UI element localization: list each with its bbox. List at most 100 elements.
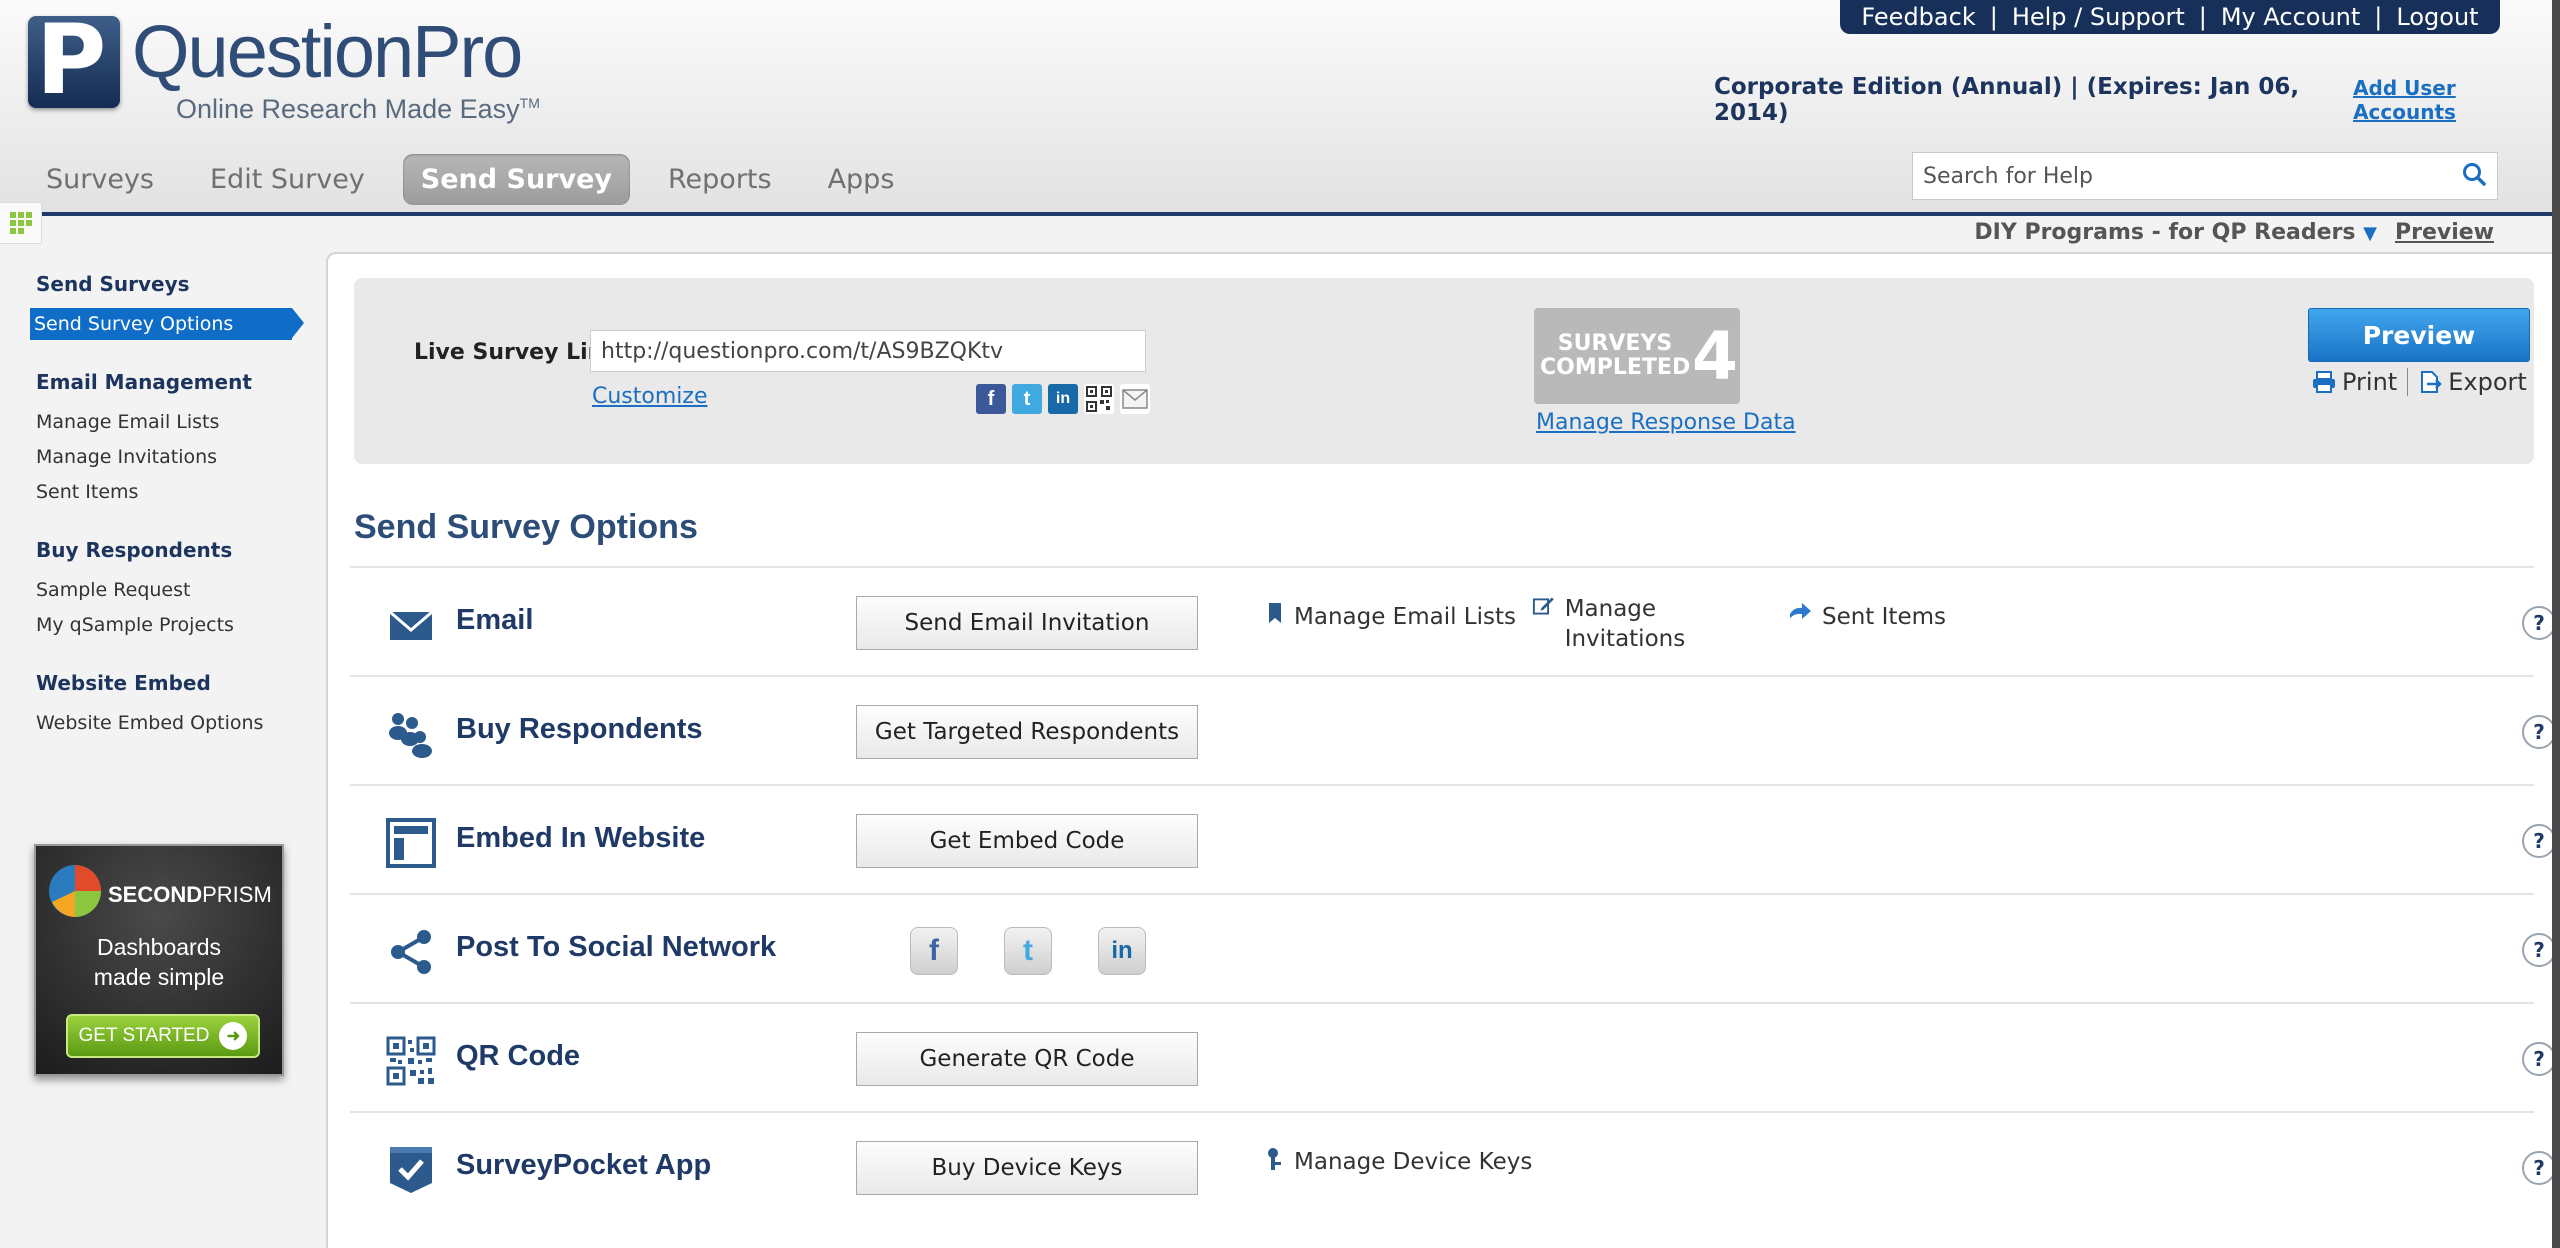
help-support-link[interactable]: Help / Support: [2012, 3, 2185, 31]
email-links: Manage Email Lists Manage Invitations Se…: [1266, 594, 1946, 654]
sent-items-link[interactable]: Sent Items: [1788, 594, 1946, 632]
tab-send-survey[interactable]: Send Survey: [402, 153, 630, 205]
program-selector[interactable]: DIY Programs - for QP Readers ▼: [1974, 220, 2377, 245]
window-edge: [2552, 0, 2560, 1248]
ad-line-2: made simple: [93, 964, 225, 990]
get-started-label: GET STARTED: [78, 1025, 210, 1046]
ad-brand: SECONDPRISM: [108, 882, 272, 908]
qr-code-icon[interactable]: [1084, 384, 1114, 414]
send-email-invitation-button[interactable]: Send Email Invitation: [856, 596, 1198, 650]
get-started-button[interactable]: GET STARTED ➜: [66, 1014, 260, 1058]
printer-icon: [2313, 371, 2335, 393]
ad-line-1: Dashboards: [96, 934, 222, 960]
sidebar-heading-website-embed[interactable]: Website Embed: [30, 671, 310, 695]
help-icon[interactable]: ?: [2522, 933, 2556, 967]
secondprism-ad[interactable]: SECONDPRISM Dashboards made simple GET S…: [34, 844, 284, 1076]
sidebar-item-sample-request[interactable]: Sample Request: [30, 574, 310, 606]
linkedin-icon[interactable]: in: [1048, 384, 1078, 414]
logo-tagline: Online Research Made EasyTM: [176, 94, 540, 125]
get-targeted-respondents-button[interactable]: Get Targeted Respondents: [856, 705, 1198, 759]
share-icons: f t in: [976, 384, 1150, 414]
separator: |: [2374, 3, 2383, 31]
logo-tagline-text: Online Research Made Easy: [176, 94, 520, 124]
live-survey-box: Live Survey Link Customize f t in SURVEY…: [354, 278, 2534, 464]
tab-reports[interactable]: Reports: [650, 154, 790, 205]
social-buttons: f t in: [910, 927, 1146, 975]
customize-link[interactable]: Customize: [592, 384, 707, 409]
program-bar: DIY Programs - for QP Readers ▼ Preview: [1974, 220, 2494, 245]
tab-surveys[interactable]: Surveys: [28, 154, 172, 205]
manage-response-data-link[interactable]: Manage Response Data: [1536, 410, 1796, 435]
export-label: Export: [2448, 368, 2527, 396]
app-grid-icon[interactable]: [0, 202, 42, 244]
chevron-down-icon: ▼: [2363, 223, 2377, 244]
twitter-share-button[interactable]: t: [1004, 927, 1052, 975]
tab-apps[interactable]: Apps: [810, 154, 913, 205]
sidebar-item-manage-email-lists[interactable]: Manage Email Lists: [30, 406, 310, 438]
manage-device-keys-label: Manage Device Keys: [1294, 1149, 1533, 1175]
manage-device-keys-link[interactable]: Manage Device Keys: [1266, 1139, 1532, 1177]
help-icon[interactable]: ?: [2522, 715, 2556, 749]
share-icon: [391, 930, 431, 974]
questionpro-logo[interactable]: P QuestionPro Online Research Made EasyT…: [28, 10, 548, 124]
arrow-right-icon: ➜: [219, 1022, 248, 1050]
preview-link[interactable]: Preview: [2395, 220, 2494, 245]
help-icon[interactable]: ?: [2522, 1042, 2556, 1076]
help-icon[interactable]: ?: [2522, 1151, 2556, 1185]
live-survey-link-label: Live Survey Link: [414, 340, 618, 365]
search-icon[interactable]: [2451, 161, 2497, 191]
device-key-links: Manage Device Keys: [1266, 1139, 1532, 1177]
bookmark-icon: [1269, 603, 1281, 623]
logo-tagline-tm: TM: [519, 95, 540, 111]
twitter-icon[interactable]: t: [1012, 384, 1042, 414]
ad-brand-bold: SECOND: [108, 882, 203, 907]
help-icon[interactable]: ?: [2522, 824, 2556, 858]
logo-letter: P: [36, 4, 107, 116]
facebook-share-button[interactable]: f: [910, 927, 958, 975]
sidebar-heading-send-surveys[interactable]: Send Surveys: [30, 272, 310, 296]
linkedin-share-button[interactable]: in: [1098, 927, 1146, 975]
generate-qr-code-button[interactable]: Generate QR Code: [856, 1032, 1198, 1086]
separator: |: [1989, 3, 1998, 31]
send-options-list: Email Send Email Invitation Manage Email…: [350, 566, 2556, 1220]
sidebar-item-website-embed-options[interactable]: Website Embed Options: [30, 707, 310, 739]
facebook-icon[interactable]: f: [976, 384, 1006, 414]
sidebar-item-sent-items[interactable]: Sent Items: [30, 476, 310, 508]
sidebar-item-manage-invitations[interactable]: Manage Invitations: [30, 441, 310, 473]
option-label: Email: [456, 604, 534, 636]
option-label: SurveyPocket App: [456, 1149, 712, 1181]
preview-button[interactable]: Preview: [2308, 308, 2530, 362]
option-label: Post To Social Network: [456, 931, 777, 963]
main-panel: Live Survey Link Customize f t in SURVEY…: [326, 252, 2556, 1248]
arrow-right-icon: [1789, 603, 1811, 619]
print-button[interactable]: Print: [2312, 368, 2397, 396]
logout-link[interactable]: Logout: [2396, 3, 2478, 31]
feedback-link[interactable]: Feedback: [1861, 3, 1975, 31]
buy-device-keys-button[interactable]: Buy Device Keys: [856, 1141, 1198, 1195]
option-label: Buy Respondents: [456, 713, 703, 745]
manage-invitations-link[interactable]: Manage Invitations: [1532, 594, 1772, 654]
manage-email-lists-link[interactable]: Manage Email Lists: [1266, 594, 1516, 632]
prism-logo-icon: [49, 865, 101, 917]
sidebar-heading-email-management[interactable]: Email Management: [30, 370, 310, 394]
get-embed-code-button[interactable]: Get Embed Code: [856, 814, 1198, 868]
surveys-completed-badge: SURVEYS COMPLETED 4: [1534, 308, 1740, 404]
help-search-input[interactable]: [1913, 153, 2451, 199]
live-survey-url-field[interactable]: [590, 330, 1146, 372]
tab-edit-survey[interactable]: Edit Survey: [192, 154, 383, 205]
export-button[interactable]: Export: [2418, 368, 2527, 396]
envelope-icon[interactable]: [1120, 384, 1150, 414]
my-account-link[interactable]: My Account: [2221, 3, 2360, 31]
help-icon[interactable]: ?: [2522, 606, 2556, 640]
sidebar-heading-buy-respondents[interactable]: Buy Respondents: [30, 538, 310, 562]
sidebar-item-qsample-projects[interactable]: My qSample Projects: [30, 609, 310, 641]
sent-items-label: Sent Items: [1821, 604, 1946, 630]
people-icon: [389, 713, 432, 758]
print-export-actions: Print Export: [2312, 368, 2527, 396]
completed-line-1: SURVEYS: [1557, 331, 1673, 356]
sidebar-item-send-survey-options[interactable]: Send Survey Options: [30, 308, 304, 340]
edition-info: Corporate Edition (Annual) | (Expires: J…: [1714, 74, 2552, 126]
option-row-social-network: Post To Social Network f t in ?: [350, 893, 2556, 1002]
add-user-accounts-link[interactable]: Add User Accounts: [2353, 76, 2552, 124]
help-search-box: [1912, 152, 2498, 200]
